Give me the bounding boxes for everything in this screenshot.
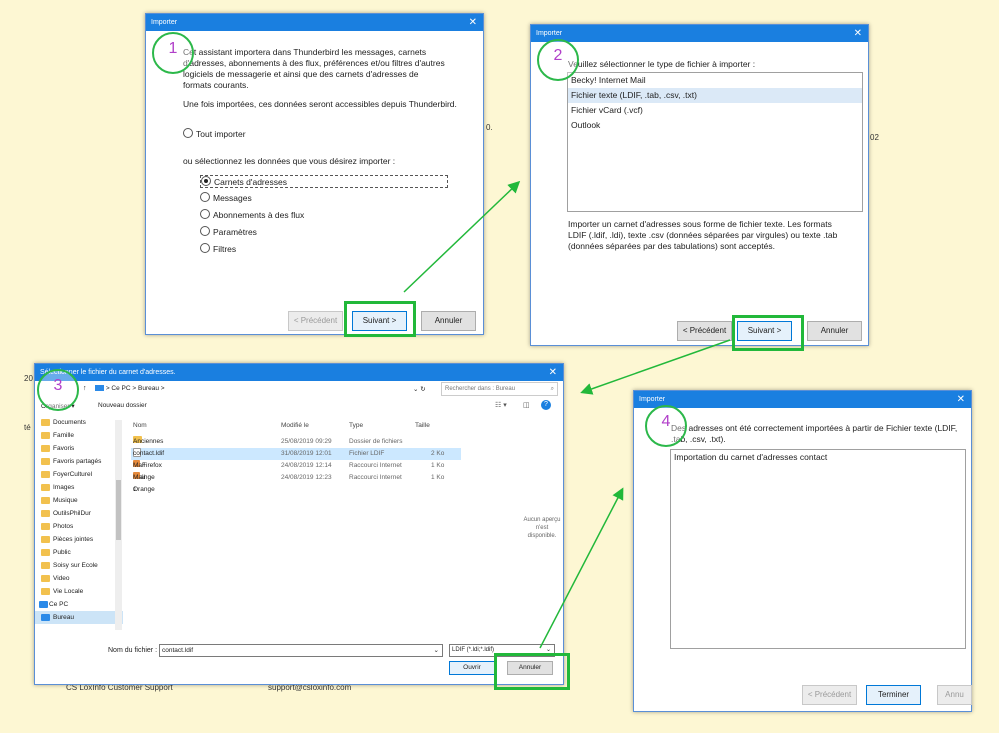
flow-arrows	[403, 180, 731, 649]
arrow-step2-to-step3	[580, 339, 731, 395]
arrow-step3-to-step4	[539, 487, 624, 649]
arrow-step1-to-step2	[403, 180, 521, 293]
